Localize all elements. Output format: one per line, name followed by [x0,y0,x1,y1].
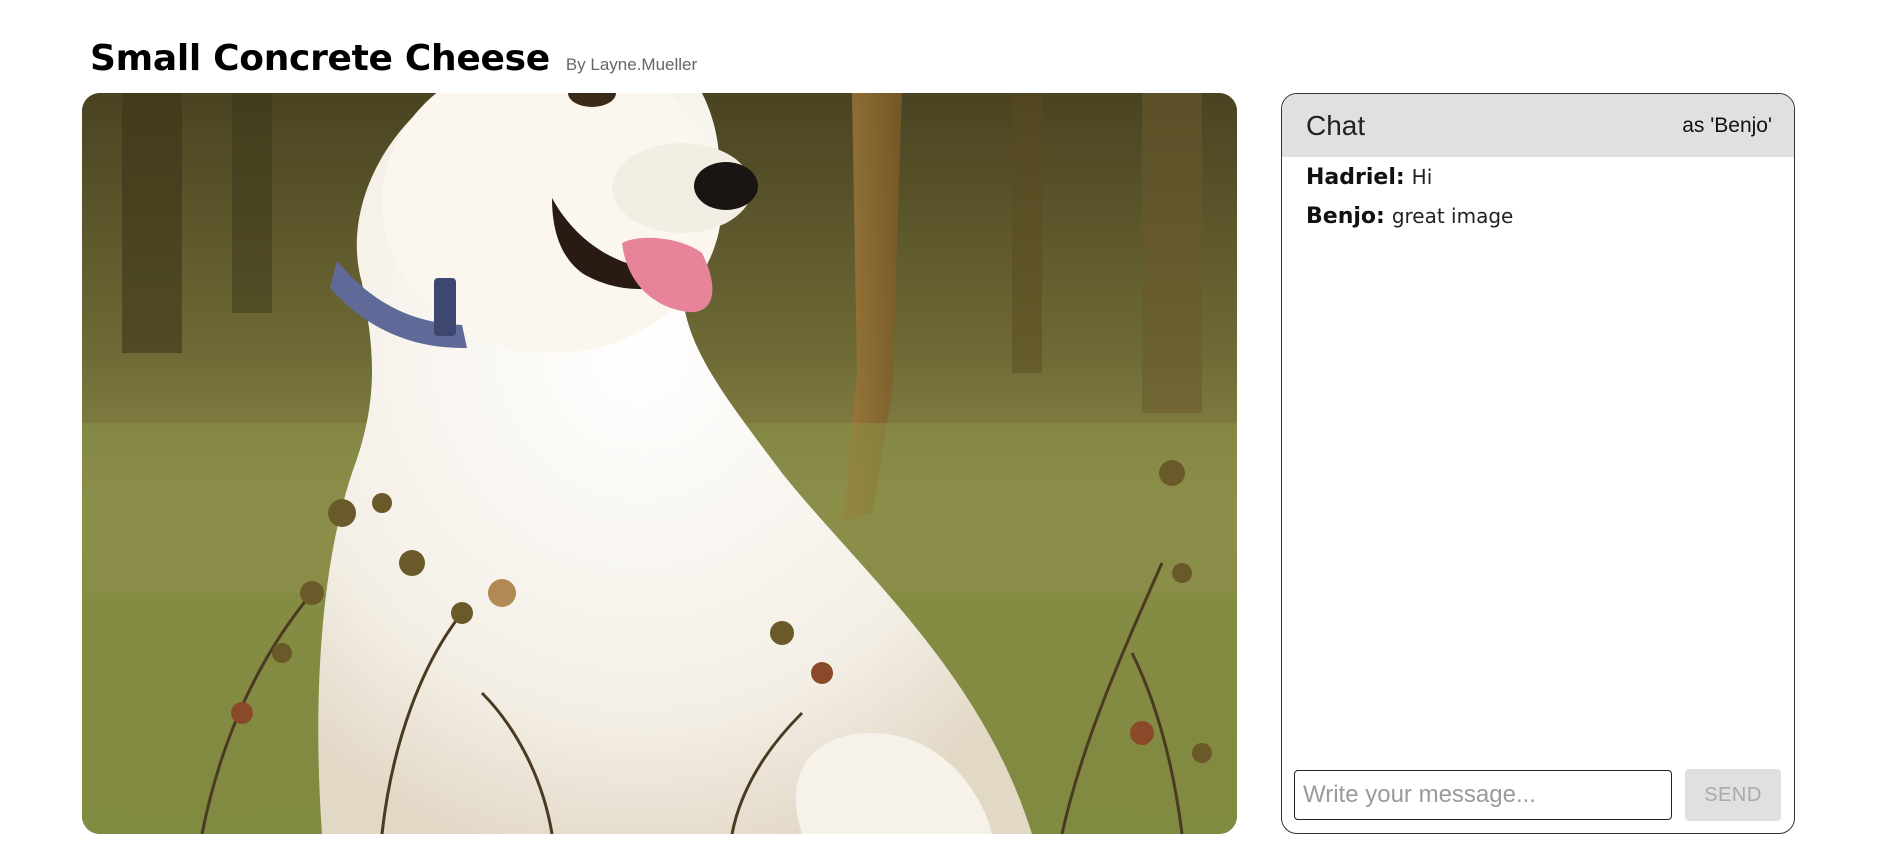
dog-photo [82,93,1237,834]
page-header: Small Concrete Cheese By Layne.Mueller [90,38,697,79]
chat-composer: SEND [1294,769,1782,821]
chat-message-list: Hadriel: Hi Benjo: great image [1282,157,1794,229]
author-byline: By Layne.Mueller [565,55,698,74]
chat-panel: Chat as 'Benjo' Hadriel: Hi Benjo: great… [1281,93,1795,834]
page-title: Small Concrete Cheese [90,38,550,79]
chat-header: Chat as 'Benjo' [1282,94,1794,157]
message-input[interactable] [1294,770,1672,820]
chat-message: Hadriel: Hi [1306,165,1770,190]
message-author: Hadriel: [1306,165,1405,190]
chat-title: Chat [1306,109,1366,141]
chat-current-user: as 'Benjo' [1682,113,1772,137]
chat-message: Benjo: great image [1306,204,1770,229]
message-author: Benjo: [1306,204,1385,229]
main-image [82,93,1237,834]
message-text: Hi [1411,165,1433,189]
send-button[interactable]: SEND [1685,769,1781,821]
message-text: great image [1391,204,1514,228]
